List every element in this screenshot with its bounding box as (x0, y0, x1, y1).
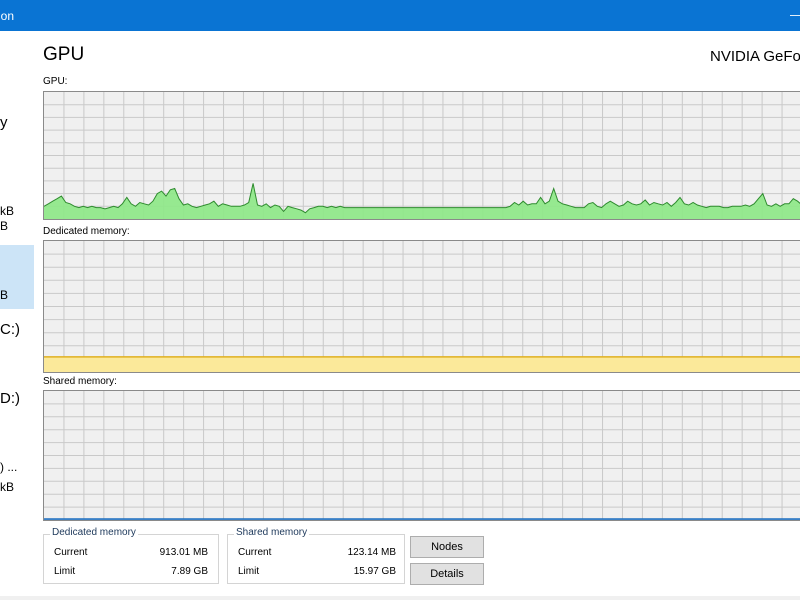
shared-limit-label: Limit (238, 566, 260, 577)
window-title: ion (0, 9, 15, 23)
shared-current-label: Current (238, 547, 272, 558)
shared-memory-stats: Shared memory Current 123.14 MB Limit 15… (227, 527, 405, 584)
details-button[interactable]: Details (410, 563, 484, 585)
sidebar-item-ethernet-send[interactable]: kB (0, 204, 14, 218)
dedicated-memory-graph-fill (44, 356, 800, 372)
shared-memory-graph (43, 390, 800, 521)
sidebar-item-wifi[interactable]: ) ... (0, 460, 17, 474)
sidebar-item-ethernet-recv[interactable]: B (0, 219, 8, 233)
dedicated-limit-label: Limit (54, 566, 76, 577)
sidebar-item-disk-c[interactable]: C:) (0, 321, 20, 338)
shared-current-value: 123.14 MB (347, 547, 396, 558)
shared-memory-stats-title: Shared memory (234, 527, 310, 538)
gpu-graph-label: GPU: (43, 76, 68, 87)
dedicated-memory-stats: Dedicated memory Current 913.01 MB Limit… (43, 527, 219, 584)
dedicated-memory-graph-label: Dedicated memory: (43, 226, 130, 237)
gpu-device-name: NVIDIA GeFo (710, 48, 800, 65)
dedicated-current-label: Current (54, 547, 88, 558)
shared-memory-graph-grid (44, 391, 800, 520)
sidebar-item-memory-label[interactable]: y (0, 114, 8, 131)
minimize-icon[interactable]: — (790, 7, 800, 22)
shared-memory-graph-svg (44, 391, 800, 520)
gpu-utilization-graph (43, 91, 800, 220)
status-strip (0, 596, 800, 600)
dedicated-memory-graph-svg (44, 241, 800, 372)
nodes-button[interactable]: Nodes (410, 536, 484, 558)
page-title: GPU (43, 44, 85, 65)
sidebar-item-gpu-detail[interactable]: B (0, 288, 8, 302)
dedicated-memory-graph (43, 240, 800, 373)
gpu-utilization-area (44, 183, 800, 219)
sidebar-item-wifi-rate[interactable]: kB (0, 480, 14, 494)
sidebar-item-disk-d[interactable]: D:) (0, 390, 20, 407)
dedicated-memory-stats-title: Dedicated memory (50, 527, 138, 538)
shared-limit-value: 15.97 GB (353, 566, 396, 577)
dedicated-memory-graph-grid (44, 241, 800, 372)
dedicated-current-value: 913.01 MB (159, 547, 208, 558)
dedicated-limit-value: 7.89 GB (171, 566, 208, 577)
title-bar: ion — (0, 0, 800, 31)
shared-memory-graph-label: Shared memory: (43, 376, 117, 387)
gpu-utilization-graph-svg (44, 92, 800, 219)
